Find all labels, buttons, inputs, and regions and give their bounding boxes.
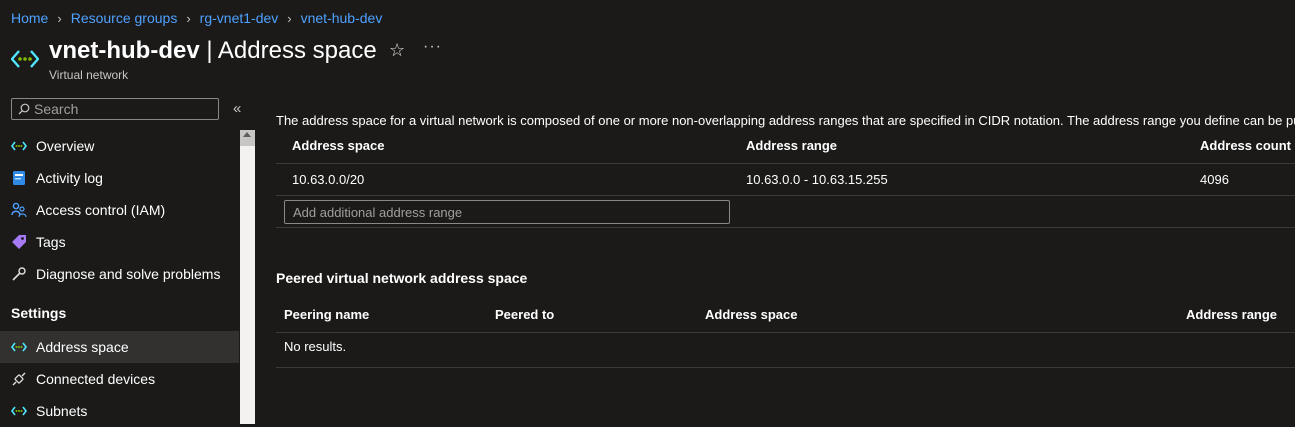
tag-icon	[11, 234, 27, 250]
sidebar-item-label: Tags	[36, 234, 66, 250]
sidebar-item-subnets[interactable]: Subnets	[0, 395, 239, 427]
divider	[276, 195, 1295, 196]
collapse-sidebar-icon[interactable]: «	[233, 100, 241, 117]
sidebar-item-iam[interactable]: Access control (IAM)	[0, 194, 239, 226]
breadcrumb: Home › Resource groups › rg-vnet1-dev › …	[11, 8, 382, 28]
sidebar-item-activity-log[interactable]: Activity log	[0, 162, 239, 194]
sidebar-item-overview[interactable]: Overview	[0, 130, 239, 162]
add-address-range-input[interactable]	[284, 200, 730, 224]
divider	[276, 332, 1295, 333]
sidebar-item-label: Activity log	[36, 170, 103, 186]
address-space-value: 10.63.0.0/20	[292, 172, 365, 187]
breadcrumb-home[interactable]: Home	[11, 10, 48, 26]
address-range-value: 10.63.0.0 - 10.63.15.255	[746, 172, 888, 187]
chevron-right-icon: ›	[186, 10, 191, 26]
sidebar-item-label: Address space	[36, 339, 129, 355]
scrollbar-track[interactable]	[240, 146, 255, 424]
plug-icon	[11, 371, 27, 387]
sidebar-item-diagnose[interactable]: Diagnose and solve problems	[0, 258, 239, 290]
breadcrumb-resource-group[interactable]: rg-vnet1-dev	[200, 10, 279, 26]
address-count-value: 4096	[1200, 172, 1229, 187]
peered-section-title: Peered virtual network address space	[276, 270, 528, 286]
vnet-icon	[11, 138, 27, 154]
activity-log-icon	[11, 170, 27, 186]
title-separator: |	[206, 37, 213, 64]
sidebar-item-tags[interactable]: Tags	[0, 226, 239, 258]
sidebar-item-label: Access control (IAM)	[36, 202, 166, 218]
settings-section-header: Settings	[11, 305, 67, 321]
sidebar-item-label: Diagnose and solve problems	[36, 266, 221, 282]
chevron-right-icon: ›	[57, 10, 62, 26]
page-title: vnet-hub-dev | Address space	[49, 36, 377, 66]
address-space-description: The address space for a virtual network …	[276, 113, 1295, 128]
breadcrumb-resource-groups[interactable]: Resource groups	[71, 10, 178, 26]
column-header-peered-to: Peered to	[495, 307, 555, 322]
vnet-icon	[11, 50, 39, 68]
sidebar-item-address-space[interactable]: Address space	[0, 331, 239, 363]
column-header-peer-address-space: Address space	[705, 307, 798, 322]
resource-type: Virtual network	[49, 68, 129, 82]
divider	[276, 227, 1295, 228]
vnet-icon	[11, 403, 27, 419]
resource-name: vnet-hub-dev	[49, 37, 200, 64]
sidebar-item-label: Connected devices	[36, 371, 156, 387]
sidebar-scrollbar[interactable]	[240, 130, 255, 424]
sidebar-item-connected-devices[interactable]: Connected devices	[0, 363, 239, 395]
divider	[276, 367, 1295, 368]
wrench-icon	[11, 266, 27, 282]
more-options-icon[interactable]: ···	[423, 38, 442, 56]
vnet-icon	[11, 339, 27, 355]
sidebar-item-label: Overview	[36, 138, 95, 154]
column-header-peering-name: Peering name	[284, 307, 370, 322]
column-header-address-space: Address space	[292, 138, 385, 153]
column-header-address-count: Address count	[1200, 138, 1292, 153]
search-box[interactable]	[11, 98, 219, 120]
no-results-text: No results.	[284, 339, 347, 354]
scroll-up-icon[interactable]	[243, 132, 251, 137]
page-name: Address space	[217, 37, 377, 64]
search-input[interactable]	[30, 101, 214, 117]
sidebar-item-label: Subnets	[36, 403, 88, 419]
iam-icon	[11, 202, 27, 218]
star-icon[interactable]: ☆	[389, 40, 405, 61]
search-icon	[18, 103, 30, 115]
chevron-right-icon: ›	[287, 10, 292, 26]
column-header-peer-address-range: Address range	[1186, 307, 1278, 322]
column-header-address-range: Address range	[746, 138, 838, 153]
breadcrumb-vnet[interactable]: vnet-hub-dev	[301, 10, 383, 26]
divider	[276, 163, 1295, 164]
